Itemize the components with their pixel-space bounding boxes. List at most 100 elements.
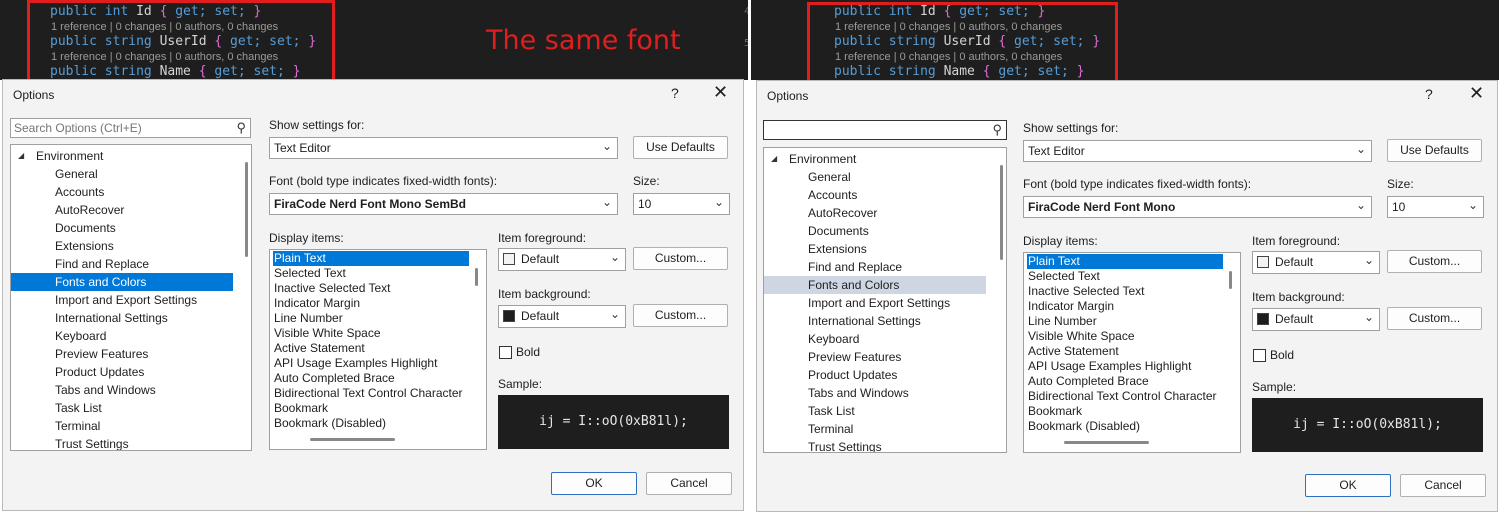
display-item[interactable]: Bookmark xyxy=(1027,404,1223,419)
collapse-arrow-icon[interactable]: ◢ xyxy=(771,150,777,168)
display-item[interactable]: Line Number xyxy=(1027,314,1223,329)
search-input[interactable] xyxy=(767,123,967,137)
use-defaults-button[interactable]: Use Defaults xyxy=(1387,139,1482,162)
options-tree[interactable]: ◢ Environment General Accounts AutoRecover D… xyxy=(10,144,252,451)
tree-item[interactable]: Terminal xyxy=(764,420,986,438)
tree-item[interactable]: International Settings xyxy=(764,312,986,330)
display-items-list[interactable]: Plain Text Selected Text Inactive Selected… xyxy=(1023,252,1241,453)
tree-item[interactable]: Accounts xyxy=(11,183,233,201)
display-item[interactable]: Bookmark xyxy=(273,401,469,416)
display-item[interactable]: Line Number xyxy=(273,311,469,326)
display-item[interactable]: Inactive Selected Text xyxy=(1027,284,1223,299)
font-dropdown[interactable]: FiraCode Nerd Font Mono SemBd ⌄ xyxy=(269,193,618,215)
tree-item[interactable]: Accounts xyxy=(764,186,986,204)
display-item[interactable]: Active Statement xyxy=(1027,344,1223,359)
tree-item[interactable]: Product Updates xyxy=(11,363,233,381)
chevron-down-icon[interactable]: ⌄ xyxy=(602,195,612,209)
tree-item[interactable]: Task List xyxy=(764,402,986,420)
custom-background-button[interactable]: Custom... xyxy=(1387,307,1482,330)
tree-item[interactable]: Documents xyxy=(764,222,986,240)
list-h-scrollbar[interactable] xyxy=(310,438,395,441)
tree-item[interactable]: Task List xyxy=(11,399,233,417)
item-foreground-dropdown[interactable]: Default ⌄ xyxy=(498,248,626,271)
chevron-down-icon[interactable]: ⌄ xyxy=(1356,142,1366,156)
tree-item[interactable]: Tabs and Windows xyxy=(11,381,233,399)
tree-item[interactable]: Keyboard xyxy=(11,327,233,345)
tree-item[interactable]: General xyxy=(764,168,986,186)
display-item[interactable]: Auto Completed Brace xyxy=(1027,374,1223,389)
tree-item[interactable]: Fonts and Colors xyxy=(11,273,233,291)
display-item[interactable]: Bookmark (Disabled) xyxy=(1027,419,1223,434)
tree-item[interactable]: Import and Export Settings xyxy=(764,294,986,312)
tree-item[interactable]: Tabs and Windows xyxy=(764,384,986,402)
tree-item[interactable]: Fonts and Colors xyxy=(764,276,986,294)
ok-button[interactable]: OK xyxy=(551,472,637,495)
search-options-field[interactable]: ⚲ xyxy=(763,120,1007,140)
display-item[interactable]: Active Statement xyxy=(273,341,469,356)
tree-item[interactable]: Trust Settings xyxy=(764,438,986,452)
custom-foreground-button[interactable]: Custom... xyxy=(1387,250,1482,273)
display-item[interactable]: Bidirectional Text Control Character xyxy=(273,386,469,401)
chevron-down-icon[interactable]: ⌄ xyxy=(1364,253,1374,267)
chevron-down-icon[interactable]: ⌄ xyxy=(714,195,724,209)
cancel-button[interactable]: Cancel xyxy=(646,472,732,495)
display-item[interactable]: Bookmark (Disabled) xyxy=(273,416,469,431)
chevron-down-icon[interactable]: ⌄ xyxy=(602,139,612,153)
bold-checkbox[interactable] xyxy=(499,346,512,359)
tree-item[interactable]: Preview Features xyxy=(764,348,986,366)
display-item[interactable]: Visible White Space xyxy=(273,326,469,341)
chevron-down-icon[interactable]: ⌄ xyxy=(1364,310,1374,324)
list-scrollbar[interactable] xyxy=(1229,271,1232,289)
chevron-down-icon[interactable]: ⌄ xyxy=(610,250,620,264)
tree-item[interactable]: Extensions xyxy=(11,237,233,255)
chevron-down-icon[interactable]: ⌄ xyxy=(610,307,620,321)
help-button[interactable]: ? xyxy=(1425,86,1433,102)
search-icon[interactable]: ⚲ xyxy=(992,122,1002,138)
show-settings-dropdown[interactable]: Text Editor ⌄ xyxy=(1023,140,1372,162)
close-icon[interactable]: ✕ xyxy=(713,82,728,103)
tree-item[interactable]: Import and Export Settings xyxy=(11,291,233,309)
tree-item[interactable]: Documents xyxy=(11,219,233,237)
tree-item[interactable]: Trust Settings xyxy=(11,435,233,450)
search-input[interactable] xyxy=(14,121,214,135)
tree-scrollbar[interactable] xyxy=(1000,165,1003,260)
display-item[interactable]: API Usage Examples Highlight xyxy=(273,356,469,371)
display-item[interactable]: API Usage Examples Highlight xyxy=(1027,359,1223,374)
search-options-field[interactable]: ⚲ xyxy=(10,118,251,138)
tree-item[interactable]: Terminal xyxy=(11,417,233,435)
tree-scrollbar[interactable] xyxy=(245,162,248,257)
tree-root-environment[interactable]: ◢ Environment xyxy=(11,147,233,165)
tree-item[interactable]: General xyxy=(11,165,233,183)
size-dropdown[interactable]: 10 ⌄ xyxy=(633,193,730,215)
tree-item[interactable]: Find and Replace xyxy=(764,258,986,276)
tree-item[interactable]: AutoRecover xyxy=(764,204,986,222)
display-item[interactable]: Bidirectional Text Control Character xyxy=(1027,389,1223,404)
item-foreground-dropdown[interactable]: Default ⌄ xyxy=(1252,251,1380,274)
options-tree[interactable]: ◢ Environment General Accounts AutoRecover D… xyxy=(763,147,1007,453)
tree-root-environment[interactable]: ◢ Environment xyxy=(764,150,986,168)
tree-item[interactable]: Keyboard xyxy=(764,330,986,348)
display-item[interactable]: Visible White Space xyxy=(1027,329,1223,344)
display-item[interactable]: Inactive Selected Text xyxy=(273,281,469,296)
display-item[interactable]: Indicator Margin xyxy=(273,296,469,311)
ok-button[interactable]: OK xyxy=(1305,474,1391,497)
size-dropdown[interactable]: 10 ⌄ xyxy=(1387,196,1484,218)
item-background-dropdown[interactable]: Default ⌄ xyxy=(498,305,626,328)
item-background-dropdown[interactable]: Default ⌄ xyxy=(1252,308,1380,331)
tree-item[interactable]: Find and Replace xyxy=(11,255,233,273)
display-item[interactable]: Selected Text xyxy=(273,266,469,281)
show-settings-dropdown[interactable]: Text Editor ⌄ xyxy=(269,137,618,159)
list-h-scrollbar[interactable] xyxy=(1064,441,1149,444)
help-button[interactable]: ? xyxy=(671,85,679,101)
tree-item[interactable]: Extensions xyxy=(764,240,986,258)
tree-item[interactable]: AutoRecover xyxy=(11,201,233,219)
font-dropdown[interactable]: FiraCode Nerd Font Mono ⌄ xyxy=(1023,196,1372,218)
search-icon[interactable]: ⚲ xyxy=(236,120,246,136)
tree-item[interactable]: International Settings xyxy=(11,309,233,327)
close-icon[interactable]: ✕ xyxy=(1469,83,1484,104)
display-item[interactable]: Indicator Margin xyxy=(1027,299,1223,314)
tree-item[interactable]: Preview Features xyxy=(11,345,233,363)
chevron-down-icon[interactable]: ⌄ xyxy=(1356,198,1366,212)
collapse-arrow-icon[interactable]: ◢ xyxy=(18,147,24,165)
list-scrollbar[interactable] xyxy=(475,268,478,286)
